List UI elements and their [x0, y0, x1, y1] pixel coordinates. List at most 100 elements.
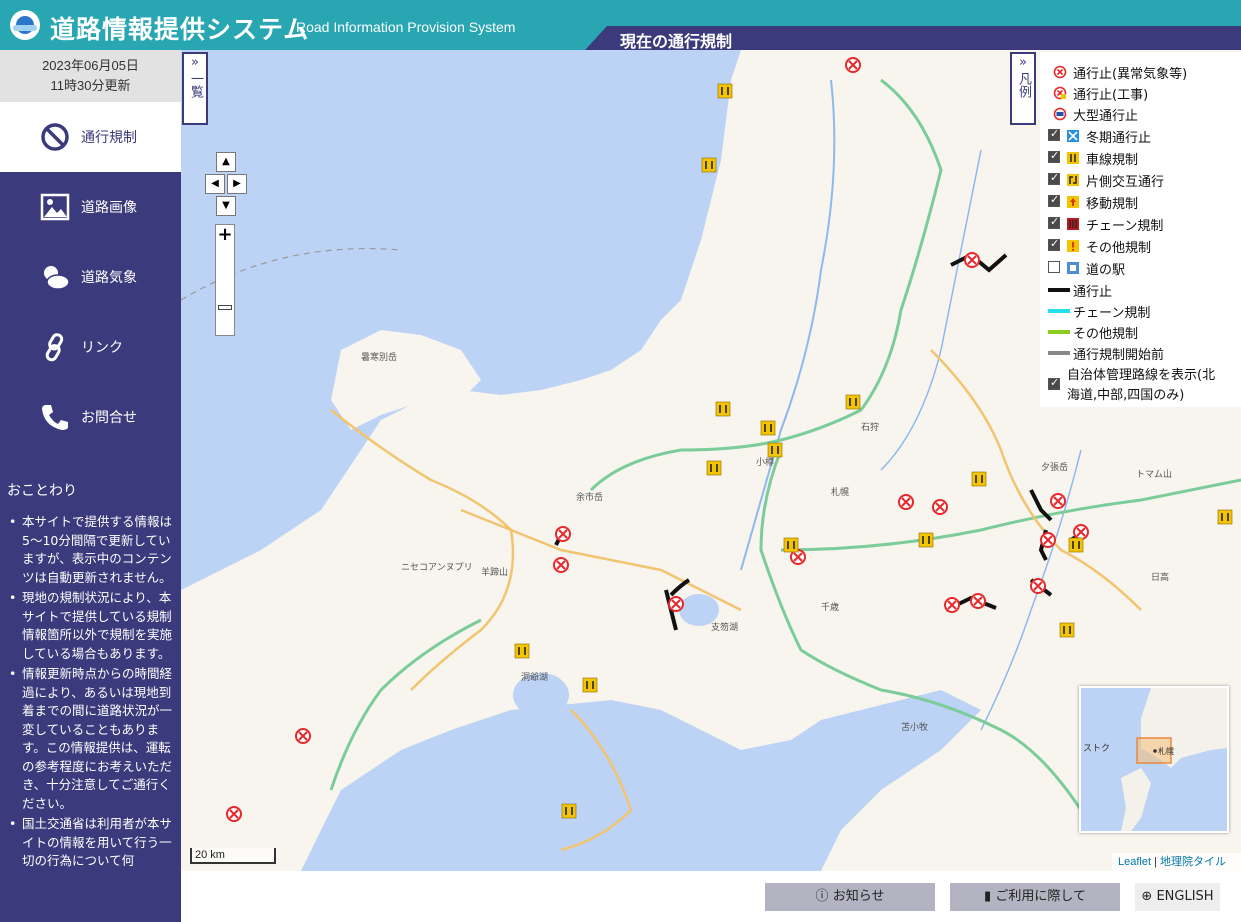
- legend-panel: 通行止(異常気象等) 通行止(工事) 大型通行止 冬期通行止 車線規制 片側交互…: [1040, 52, 1241, 407]
- mobile-restriction-checkbox[interactable]: [1048, 193, 1060, 207]
- place-label: 夕張岳: [1041, 461, 1068, 472]
- other-line-icon: [1048, 330, 1070, 334]
- pan-down-button[interactable]: ▼: [216, 196, 236, 216]
- lane-restriction-checkbox[interactable]: [1048, 149, 1060, 163]
- usage-guide-button[interactable]: ▮ ご利用に際して: [950, 883, 1120, 911]
- alternating-traffic-checkbox[interactable]: [1048, 171, 1060, 185]
- place-label: 苫小牧: [901, 721, 928, 732]
- other-restriction-icon: [1067, 240, 1079, 252]
- minimap-svg: ストク 札幌: [1083, 688, 1227, 831]
- book-icon: ▮: [984, 889, 996, 904]
- legend-tab-label: 凡例: [1016, 72, 1031, 98]
- large-vehicle-closure-icon: [1053, 107, 1067, 121]
- closure-weather-icon: [1053, 65, 1067, 79]
- logo-icon: [10, 10, 40, 40]
- pan-right-button[interactable]: ▶: [227, 174, 247, 194]
- nav-label: お問合せ: [81, 410, 137, 426]
- municipal-roads-label-1: 自治体管理路線を表示(北: [1067, 368, 1216, 383]
- sidebar: 2023年06月05日 11時30分更新 通行規制 道路画像 道路気象 リンク …: [0, 50, 181, 922]
- page-banner: 現在の通行規制: [585, 26, 1241, 50]
- double-chevron-right-icon: »: [1019, 55, 1027, 70]
- roadside-station-checkbox[interactable]: [1048, 261, 1060, 273]
- place-label: 暑寒別岳: [361, 351, 397, 362]
- list-panel-toggle[interactable]: » 一覧: [182, 52, 208, 125]
- place-label: 小樽: [756, 456, 774, 467]
- nav-label: リンク: [81, 340, 123, 356]
- pan-up-button[interactable]: ▲: [216, 152, 236, 172]
- tiles-link[interactable]: 地理院タイル: [1160, 856, 1226, 868]
- zoom-slider[interactable]: +: [215, 224, 235, 336]
- footer: ⓘ お知らせ ▮ ご利用に際して ⊕ ENGLISH: [181, 871, 1241, 922]
- pan-left-button[interactable]: ◀: [205, 174, 225, 194]
- announcements-button[interactable]: ⓘ お知らせ: [765, 883, 935, 911]
- zoom-in-button[interactable]: +: [216, 225, 234, 245]
- info-icon: ⓘ: [815, 889, 833, 904]
- minimap-label: ストク: [1083, 743, 1110, 753]
- minimap-label: 札幌: [1158, 746, 1174, 756]
- municipal-roads-checkbox[interactable]: [1048, 376, 1060, 390]
- nav-label: 道路気象: [81, 270, 137, 286]
- place-label: 日高: [1151, 571, 1169, 582]
- notice-item: 現地の規制状況により、本サイトで提供している規制情報箇所以外で規制を実施している…: [7, 589, 172, 663]
- pre-restriction-line-icon: [1048, 351, 1070, 355]
- update-date: 2023年06月05日: [42, 58, 139, 73]
- update-time: 11時30分更新: [50, 78, 131, 93]
- notice-item: 国土交通省は利用者が本サイトの情報を用いて行う一切の行為について何: [7, 815, 172, 871]
- app: 道路情報提供システム Road Information Provision Sy…: [0, 0, 1241, 922]
- place-label: 千歳: [821, 601, 839, 612]
- update-timestamp: 2023年06月05日 11時30分更新: [0, 50, 181, 102]
- map-scale: 20 km: [190, 848, 276, 864]
- link-icon: [45, 333, 64, 362]
- list-tab-label: 一覧: [188, 72, 203, 98]
- notice-item: 本サイトで提供する情報は5～10分間隔で更新していますが、表示中のコンテンツは自…: [7, 513, 172, 587]
- nav-item-links[interactable]: リンク: [0, 312, 181, 382]
- nav-item-road-images[interactable]: 道路画像: [0, 172, 181, 242]
- notice-list: 本サイトで提供する情報は5～10分間隔で更新していますが、表示中のコンテンツは自…: [7, 513, 172, 873]
- legend-panel-toggle[interactable]: » 凡例: [1010, 52, 1036, 125]
- map-attribution: Leaflet | 地理院タイル: [1112, 853, 1241, 871]
- place-label: 洞爺湖: [521, 671, 548, 682]
- closure-construction-icon: [1053, 86, 1067, 100]
- triangle-right-icon: ▶: [233, 178, 241, 189]
- no-entry-icon: [41, 123, 69, 151]
- place-label: 羊蹄山: [481, 566, 508, 577]
- image-icon: [40, 193, 70, 221]
- leaflet-link[interactable]: Leaflet: [1118, 856, 1151, 868]
- winter-closure-checkbox[interactable]: [1048, 127, 1060, 141]
- overview-minimap[interactable]: ストク 札幌: [1079, 686, 1229, 833]
- municipal-roads-label-2: 海道,中部,四国のみ): [1067, 388, 1185, 403]
- triangle-up-icon: ▲: [222, 156, 230, 167]
- nav-item-road-weather[interactable]: 道路気象: [0, 242, 181, 312]
- nav-item-contact[interactable]: お問合せ: [0, 382, 181, 452]
- nav-label: 道路画像: [81, 200, 137, 216]
- mobile-restriction-icon: [1067, 196, 1079, 208]
- header: 道路情報提供システム Road Information Provision Sy…: [0, 0, 1241, 50]
- place-label: トマム山: [1136, 469, 1172, 479]
- place-label: 余市岳: [576, 491, 603, 502]
- notice-item: 情報更新時点からの時間経過により、あるいは現地到着までの間に道路状況が一変してい…: [7, 665, 172, 813]
- site-title: 道路情報提供システム: [50, 15, 310, 44]
- place-label: ニセコアンヌプリ: [401, 562, 473, 572]
- triangle-down-icon: ▼: [222, 200, 230, 211]
- alternating-traffic-icon: [1067, 174, 1079, 186]
- triangle-left-icon: ◀: [211, 178, 219, 189]
- nav-item-traffic-restriction[interactable]: 通行規制: [0, 102, 181, 172]
- other-restriction-checkbox[interactable]: [1048, 237, 1060, 251]
- language-english-button[interactable]: ⊕ ENGLISH: [1135, 883, 1220, 911]
- globe-icon: ⊕: [1141, 889, 1157, 904]
- place-label: 石狩: [861, 421, 879, 432]
- closure-line-icon: [1048, 288, 1070, 292]
- weather-icon: [44, 266, 70, 290]
- place-label: 支笏湖: [711, 621, 738, 632]
- roadside-station-icon: [1067, 262, 1079, 274]
- chain-restriction-checkbox[interactable]: [1048, 215, 1060, 229]
- nav-label: 通行規制: [81, 130, 137, 146]
- phone-icon: [42, 405, 68, 430]
- banner-title: 現在の通行規制: [620, 32, 733, 51]
- place-label: 札幌: [831, 486, 849, 497]
- chain-line-icon: [1048, 309, 1070, 313]
- zoom-slider-handle[interactable]: [218, 305, 232, 310]
- notice-title: おことわり: [7, 483, 77, 499]
- winter-closure-icon: [1067, 130, 1079, 142]
- double-chevron-right-icon: »: [191, 55, 199, 70]
